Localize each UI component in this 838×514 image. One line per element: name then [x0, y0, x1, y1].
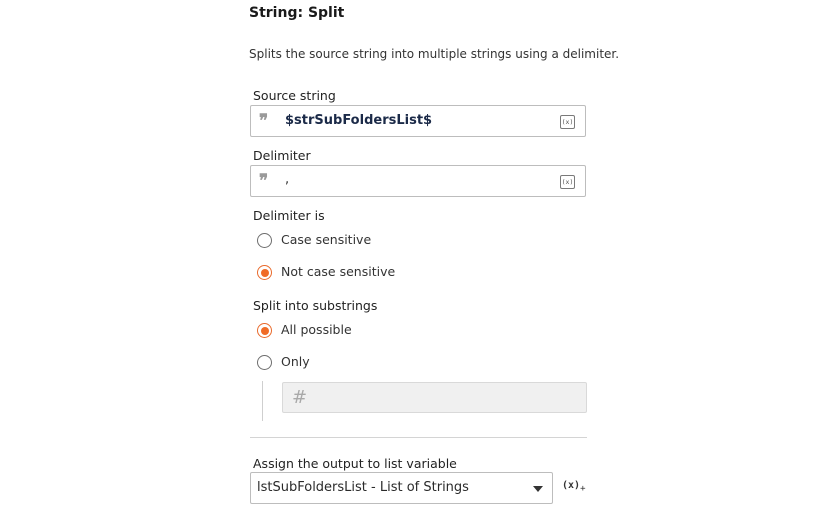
split-into-label: Split into substrings	[253, 298, 378, 313]
page-title: String: Split	[249, 5, 345, 21]
radio-label[interactable]: Not case sensitive	[281, 264, 395, 279]
hash-icon: #	[292, 387, 308, 408]
add-variable-plus[interactable]: +	[580, 484, 585, 494]
radio-button-selected[interactable]	[257, 265, 272, 280]
insert-variable-icon[interactable]: (x)	[560, 175, 575, 189]
radio-button[interactable]	[257, 233, 272, 248]
insert-variable-icon[interactable]: (x)	[560, 115, 575, 129]
source-string-label: Source string	[253, 88, 336, 103]
chevron-down-icon[interactable]	[533, 486, 543, 492]
section-divider	[250, 437, 587, 438]
output-variable-value[interactable]: lstSubFoldersList - List of Strings	[257, 480, 469, 495]
source-string-value[interactable]: $strSubFoldersList$	[285, 113, 432, 128]
action-description: Splits the source string into multiple s…	[249, 47, 620, 61]
radio-button-selected[interactable]	[257, 323, 272, 338]
source-string-field[interactable]: ❞ $strSubFoldersList$ (x)	[250, 105, 586, 137]
string-split-panel: String: Split Splits the source string i…	[0, 0, 838, 514]
output-variable-select[interactable]: lstSubFoldersList - List of Strings	[250, 472, 553, 504]
delimiter-is-label: Delimiter is	[253, 208, 325, 223]
quote-icon: ❞	[259, 171, 268, 191]
delimiter-field[interactable]: ❞ , (x)	[250, 165, 586, 197]
radio-label[interactable]: Case sensitive	[281, 232, 371, 247]
radio-label[interactable]: All possible	[281, 322, 352, 337]
output-label: Assign the output to list variable	[253, 456, 457, 471]
add-variable-icon[interactable]: (x)+	[562, 480, 585, 494]
quote-icon: ❞	[259, 111, 268, 131]
delimiter-label: Delimiter	[253, 148, 311, 163]
substring-count-field[interactable]: #	[282, 382, 587, 413]
indent-line	[262, 381, 263, 421]
delimiter-value[interactable]: ,	[285, 172, 289, 187]
radio-label[interactable]: Only	[281, 354, 310, 369]
add-variable-text[interactable]: (x)	[562, 480, 580, 491]
radio-button[interactable]	[257, 355, 272, 370]
